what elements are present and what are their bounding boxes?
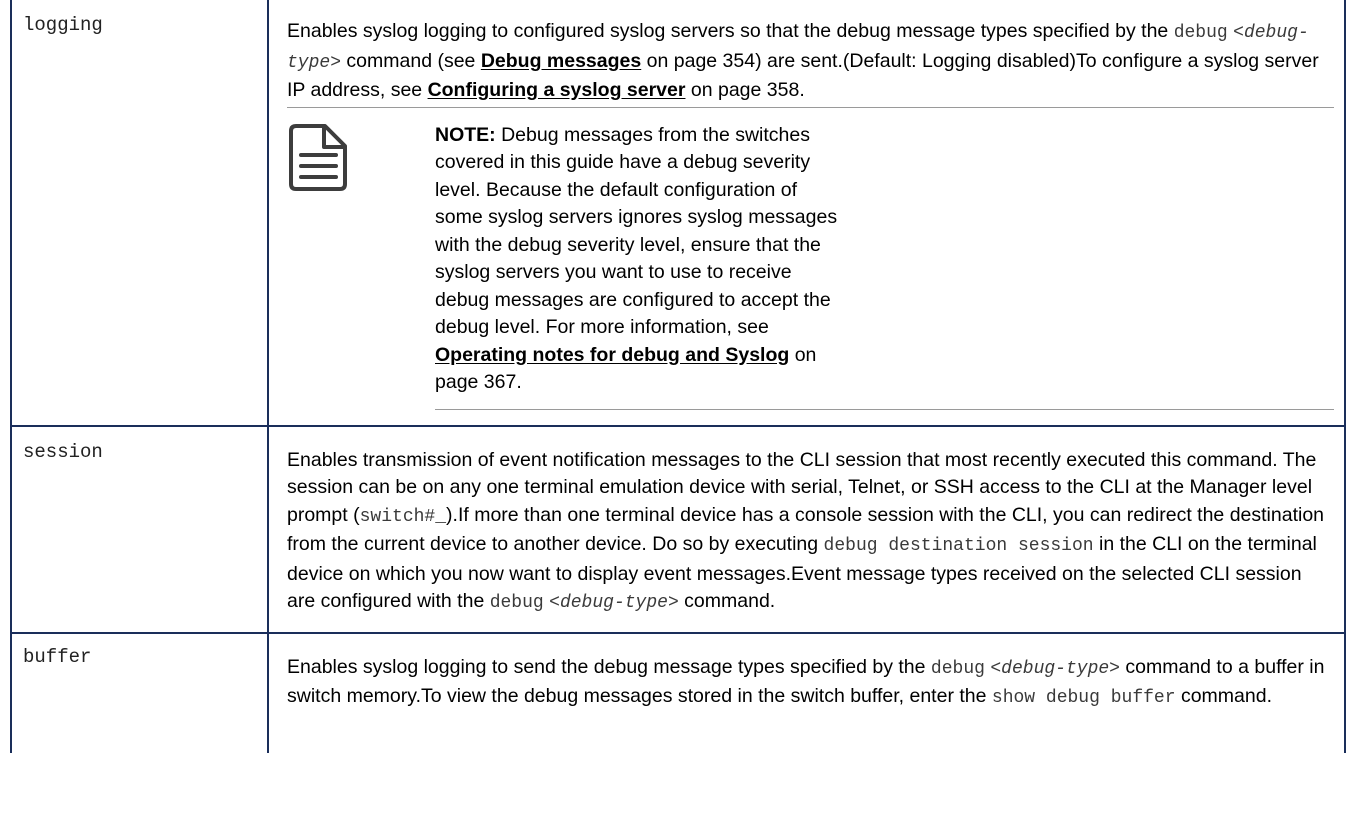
table-row-buffer: buffer Enables syslog logging to send th…	[10, 632, 1346, 753]
param-cell: session	[10, 425, 269, 634]
inline-code: show debug buffer	[991, 688, 1176, 708]
link-debug-messages[interactable]: Debug messages	[481, 50, 641, 72]
description-text: Enables syslog logging to send the debug…	[287, 655, 1325, 709]
note-label: NOTE:	[435, 123, 496, 146]
inline-code: debug	[489, 593, 544, 613]
inline-code: debug destination session	[823, 536, 1094, 556]
param-name: logging	[23, 14, 103, 36]
inline-code-arg: <debug-type>	[990, 658, 1120, 679]
param-cell: logging	[10, 0, 269, 427]
param-name: session	[23, 440, 103, 463]
inline-code: debug	[1173, 23, 1228, 43]
description-cell: Enables syslog logging to configured sys…	[267, 0, 1346, 427]
link-operating-notes[interactable]: Operating notes for debug and Syslog	[435, 344, 789, 366]
description-cell: Enables syslog logging to send the debug…	[267, 632, 1346, 753]
inline-code: switch#_	[359, 506, 447, 527]
note-text: NOTE: Debug messages from the switches c…	[435, 123, 838, 394]
note-block: NOTE: Debug messages from the switches c…	[287, 108, 1334, 397]
link-configuring-syslog-server[interactable]: Configuring a syslog server	[428, 79, 686, 101]
inline-code-arg: <debug-type>	[549, 593, 679, 613]
param-cell: buffer	[10, 632, 269, 753]
description-text: Enables syslog logging to configured sys…	[287, 20, 1319, 101]
description-cell: Enables transmission of event notificati…	[267, 425, 1346, 634]
param-name: buffer	[23, 645, 92, 668]
note-document-icon	[287, 122, 347, 192]
inline-code: debug	[930, 658, 985, 679]
table-row-session: session Enables transmission of event no…	[10, 425, 1346, 634]
parameter-table: logging Enables syslog logging to config…	[10, 0, 1346, 753]
description-text: Enables transmission of event notificati…	[287, 448, 1325, 614]
table-row-logging: logging Enables syslog logging to config…	[10, 0, 1346, 427]
